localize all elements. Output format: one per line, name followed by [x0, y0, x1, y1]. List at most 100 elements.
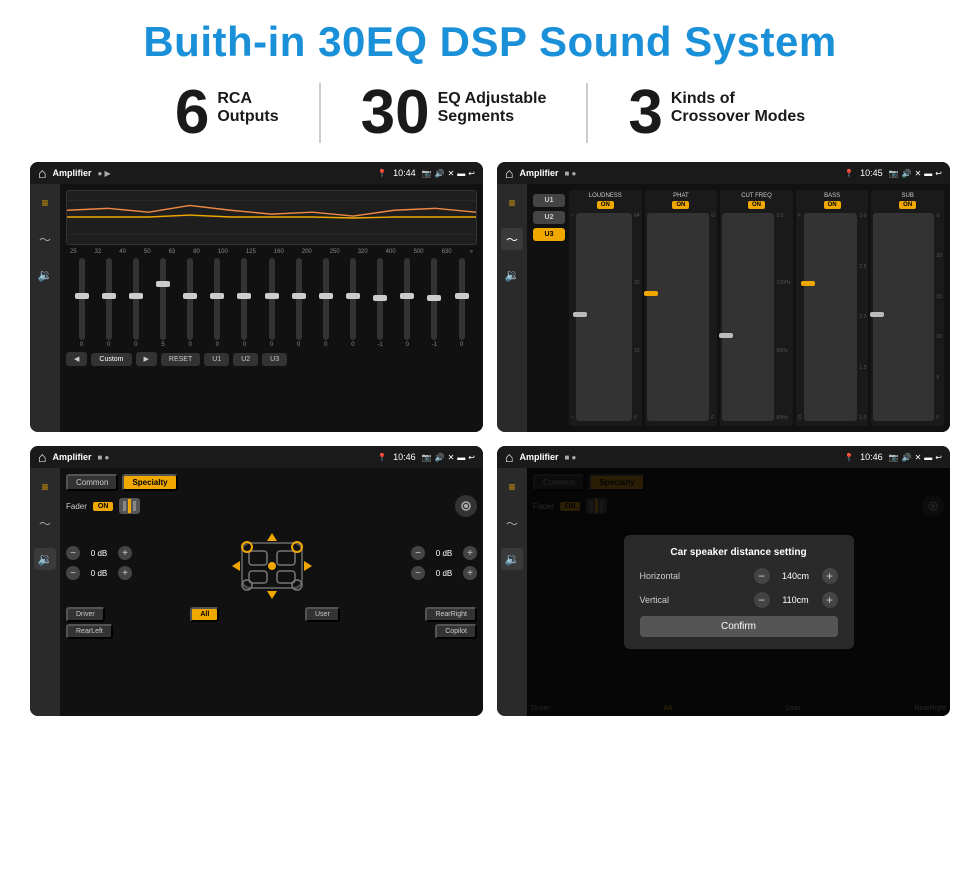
eq-icon[interactable]: ≡	[34, 192, 56, 214]
horizontal-plus[interactable]: +	[822, 568, 838, 584]
slider-10[interactable]: 0	[312, 258, 339, 348]
horizontal-minus[interactable]: −	[754, 568, 770, 584]
camera-icon-2: 📷	[889, 169, 899, 178]
back-icon-1[interactable]: ↩	[468, 169, 475, 178]
slider-15[interactable]: 0	[448, 258, 475, 348]
eq-u3-button[interactable]: U3	[262, 353, 287, 366]
vertical-value: 110cm	[776, 595, 816, 605]
minimize-icon-2[interactable]: ▬	[924, 169, 932, 178]
slider-11[interactable]: 0	[339, 258, 366, 348]
home-icon-2[interactable]: ⌂	[505, 165, 513, 181]
phat-slider[interactable]	[647, 213, 710, 421]
sub-slider[interactable]	[873, 213, 934, 421]
rearleft-btn[interactable]: RearLeft	[66, 624, 113, 639]
fl-plus[interactable]: +	[118, 546, 132, 560]
minimize-icon-1[interactable]: ▬	[457, 169, 465, 178]
close-icon-1[interactable]: ✕	[448, 169, 455, 178]
eq-u1-button[interactable]: U1	[204, 353, 229, 366]
fr-plus[interactable]: +	[463, 546, 477, 560]
eq-icon-3[interactable]: ≡	[34, 476, 56, 498]
speaker-icon-4[interactable]: 🔉	[501, 548, 523, 570]
stat-rca-label-bot: Outputs	[217, 108, 278, 126]
vertical-plus[interactable]: +	[822, 592, 838, 608]
wave-icon-3[interactable]: 〜	[34, 512, 56, 534]
home-icon-1[interactable]: ⌂	[38, 165, 46, 181]
fader-row: Fader ON	[66, 495, 477, 517]
fl-minus[interactable]: −	[66, 546, 80, 560]
user-btn[interactable]: User	[305, 607, 340, 622]
all-btn[interactable]: All	[190, 607, 219, 622]
loudness-slider[interactable]	[576, 213, 632, 421]
eq-icon-4[interactable]: ≡	[501, 476, 523, 498]
rl-plus[interactable]: +	[118, 566, 132, 580]
ch-cutfreq-on[interactable]: ON	[748, 201, 765, 209]
home-icon-4[interactable]: ⌂	[505, 449, 513, 465]
eq-icon-2[interactable]: ≡	[501, 192, 523, 214]
confirm-button[interactable]: Confirm	[640, 616, 838, 637]
minimize-icon-4[interactable]: ▬	[924, 453, 932, 462]
settings-icon[interactable]	[455, 495, 477, 517]
speaker-icon[interactable]: 🔉	[34, 264, 56, 286]
driver-btn[interactable]: Driver	[66, 607, 105, 622]
slider-7[interactable]: 0	[231, 258, 258, 348]
copilot-btn[interactable]: Copilot	[435, 624, 477, 639]
bass-slider[interactable]	[804, 213, 858, 421]
eq-prev-button[interactable]: ◀	[66, 352, 87, 366]
eq-reset-button[interactable]: RESET	[161, 353, 200, 366]
cutfreq-slider[interactable]	[722, 213, 774, 421]
preset-u1[interactable]: U1	[533, 194, 565, 207]
preset-u3[interactable]: U3	[533, 228, 565, 241]
wave-icon-4[interactable]: 〜	[501, 512, 523, 534]
close-icon-3[interactable]: ✕	[448, 453, 455, 462]
screen-body-1: ≡ 〜 🔉	[30, 184, 483, 432]
rl-minus[interactable]: −	[66, 566, 80, 580]
back-icon-3[interactable]: ↩	[468, 453, 475, 462]
speaker-icon-2[interactable]: 🔉	[501, 264, 523, 286]
slider-12[interactable]: -1	[367, 258, 394, 348]
rearright-btn[interactable]: RearRight	[425, 607, 477, 622]
tab-common[interactable]: Common	[66, 474, 118, 491]
slider-5[interactable]: 0	[177, 258, 204, 348]
close-icon-2[interactable]: ✕	[915, 169, 922, 178]
dot-icon-4: ■ ●	[564, 453, 576, 462]
slider-14[interactable]: -1	[421, 258, 448, 348]
home-icon-3[interactable]: ⌂	[38, 449, 46, 465]
left-db-controls: − 0 dB + − 0 dB +	[66, 546, 132, 580]
fr-minus[interactable]: −	[411, 546, 425, 560]
stat-eq-label-bot: Segments	[438, 108, 547, 126]
slider-6[interactable]: 0	[204, 258, 231, 348]
vertical-minus[interactable]: −	[754, 592, 770, 608]
preset-u2[interactable]: U2	[533, 211, 565, 224]
slider-13[interactable]: 0	[394, 258, 421, 348]
ch-phat-on[interactable]: ON	[672, 201, 689, 209]
screen-amp: ⌂ Amplifier ■ ● 📍 10:45 📷 🔊 ✕ ▬ ↩ ≡ 〜 🔉	[497, 162, 950, 432]
slider-9[interactable]: 0	[285, 258, 312, 348]
slider-8[interactable]: 0	[258, 258, 285, 348]
rr-plus[interactable]: +	[463, 566, 477, 580]
eq-u2-button[interactable]: U2	[233, 353, 258, 366]
speaker-icon-3[interactable]: 🔉	[34, 548, 56, 570]
dialog-title: Car speaker distance setting	[640, 547, 838, 558]
wave-icon-2[interactable]: 〜	[501, 228, 523, 250]
slider-3[interactable]: 0	[122, 258, 149, 348]
back-icon-4[interactable]: ↩	[935, 453, 942, 462]
back-icon-2[interactable]: ↩	[935, 169, 942, 178]
horizontal-value: 140cm	[776, 571, 816, 581]
speaker-layout: − 0 dB + − 0 dB +	[66, 523, 477, 603]
eq-bottom-controls: ◀ Custom ▶ RESET U1 U2 U3	[66, 352, 477, 366]
minimize-icon-3[interactable]: ▬	[457, 453, 465, 462]
close-icon-4[interactable]: ✕	[915, 453, 922, 462]
ch-bass-on[interactable]: ON	[824, 201, 841, 209]
slider-1[interactable]: 0	[68, 258, 95, 348]
eq-next-button[interactable]: ▶	[136, 352, 157, 366]
fader-on-btn[interactable]: ON	[93, 502, 114, 511]
wave-icon[interactable]: 〜	[34, 228, 56, 250]
tab-specialty[interactable]: Specialty	[122, 474, 177, 491]
ch-sub-on[interactable]: ON	[899, 201, 916, 209]
slider-2[interactable]: 0	[95, 258, 122, 348]
page-title: Buith-in 30EQ DSP Sound System	[30, 18, 950, 66]
rr-minus[interactable]: −	[411, 566, 425, 580]
slider-4[interactable]: 5	[149, 258, 176, 348]
ch-loudness-on[interactable]: ON	[597, 201, 614, 209]
status-bar-4: ⌂ Amplifier ■ ● 📍 10:46 📷 🔊 ✕ ▬ ↩	[497, 446, 950, 468]
